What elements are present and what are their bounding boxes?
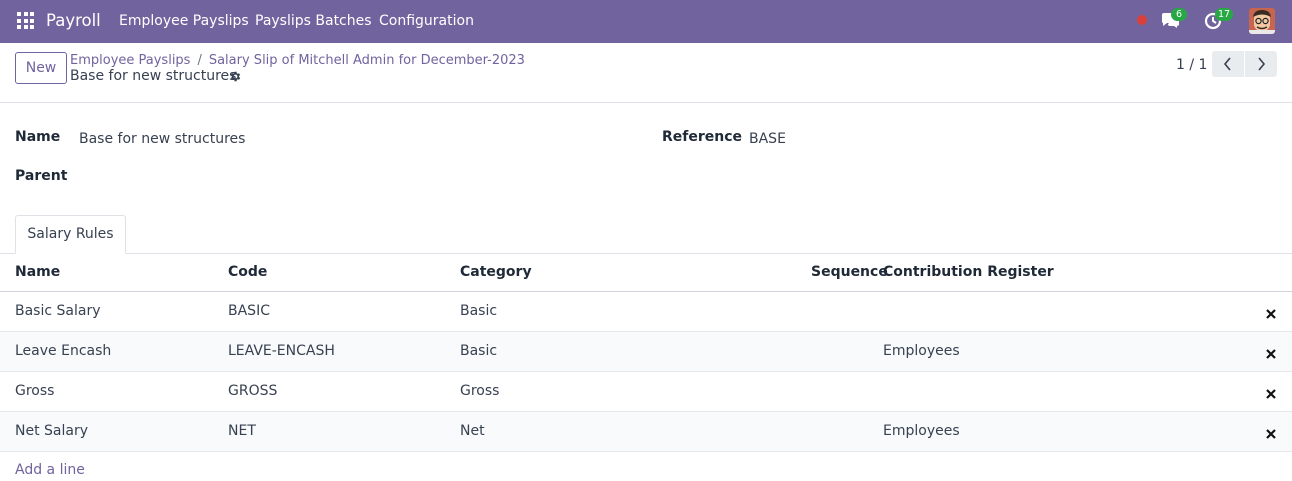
table-row[interactable]: Gross GROSS Gross: [0, 372, 1292, 412]
cell-contribution-register: Employees: [883, 423, 960, 439]
parent-field[interactable]: [79, 168, 379, 188]
cell-name: Leave Encash: [15, 343, 112, 359]
tabs-divider: [0, 253, 1292, 254]
record-title: Base for new structures: [70, 68, 237, 84]
menu-employee-payslips[interactable]: Employee Payslips: [119, 13, 249, 29]
menu-configuration[interactable]: Configuration: [379, 13, 474, 29]
close-icon[interactable]: [1266, 427, 1276, 439]
name-label: Name: [15, 129, 61, 145]
close-icon[interactable]: [1266, 307, 1276, 319]
cell-category: Net: [460, 423, 485, 439]
apps-menu-icon[interactable]: [17, 12, 34, 29]
gear-icon[interactable]: [229, 70, 242, 83]
top-navbar: Payroll Employee Payslips Payslips Batch…: [0, 0, 1292, 43]
cell-name: Basic Salary: [15, 303, 101, 319]
breadcrumb-salary-slip[interactable]: Salary Slip of Mitchell Admin for Decemb…: [209, 53, 525, 68]
parent-label: Parent: [15, 168, 68, 184]
reference-label: Reference: [662, 129, 743, 145]
pager-previous-button[interactable]: [1212, 51, 1244, 77]
column-header-name[interactable]: Name: [15, 264, 60, 280]
user-avatar[interactable]: [1249, 8, 1275, 34]
name-field[interactable]: Base for new structures: [79, 131, 245, 147]
pager-value[interactable]: 1 / 1: [1176, 57, 1207, 73]
cell-name: Net Salary: [15, 423, 89, 439]
table-row[interactable]: Leave Encash LEAVE-ENCASH Basic Employee…: [0, 332, 1292, 372]
pager-next-button[interactable]: [1245, 51, 1277, 77]
cell-category: Gross: [460, 383, 500, 399]
add-a-line-link[interactable]: Add a line: [15, 462, 85, 478]
cell-name: Gross: [15, 383, 55, 399]
breadcrumb-employee-payslips[interactable]: Employee Payslips: [70, 53, 190, 68]
activities-badge: 17: [1215, 8, 1234, 21]
column-header-contribution-register[interactable]: Contribution Register: [883, 264, 1054, 280]
messages-chat-icon[interactable]: 6: [1160, 8, 1187, 30]
table-row[interactable]: Net Salary NET Net Employees: [0, 412, 1292, 452]
table-row[interactable]: Basic Salary BASIC Basic: [0, 292, 1292, 332]
cell-category: Basic: [460, 343, 498, 359]
cell-code: BASIC: [228, 303, 270, 319]
activities-clock-icon[interactable]: 17: [1204, 8, 1234, 30]
chevron-right-icon: [1258, 57, 1266, 71]
column-header-code[interactable]: Code: [228, 264, 267, 280]
control-panel: New Employee Payslips / Salary Slip of Mit…: [0, 43, 1292, 103]
close-icon[interactable]: [1266, 347, 1276, 359]
breadcrumb-separator: /: [197, 53, 202, 68]
cell-contribution-register: Employees: [883, 343, 960, 359]
cell-category: Basic: [460, 303, 498, 319]
messages-badge: 6: [1171, 8, 1187, 21]
reference-field[interactable]: BASE: [749, 131, 786, 147]
menu-payslips-batches[interactable]: Payslips Batches: [255, 13, 372, 29]
presence-status-dot: [1137, 15, 1147, 25]
tab-salary-rules[interactable]: Salary Rules: [15, 215, 126, 254]
cell-code: LEAVE-ENCASH: [228, 343, 335, 359]
app-brand[interactable]: Payroll: [46, 11, 101, 30]
cell-code: NET: [228, 423, 256, 439]
cell-code: GROSS: [228, 383, 278, 399]
breadcrumb: Employee Payslips / Salary Slip of Mitchel…: [70, 53, 525, 68]
column-header-sequence[interactable]: Sequence: [811, 264, 888, 280]
new-button[interactable]: New: [15, 52, 67, 84]
chevron-left-icon: [1223, 57, 1231, 71]
close-icon[interactable]: [1266, 387, 1276, 399]
column-header-category[interactable]: Category: [460, 264, 532, 280]
